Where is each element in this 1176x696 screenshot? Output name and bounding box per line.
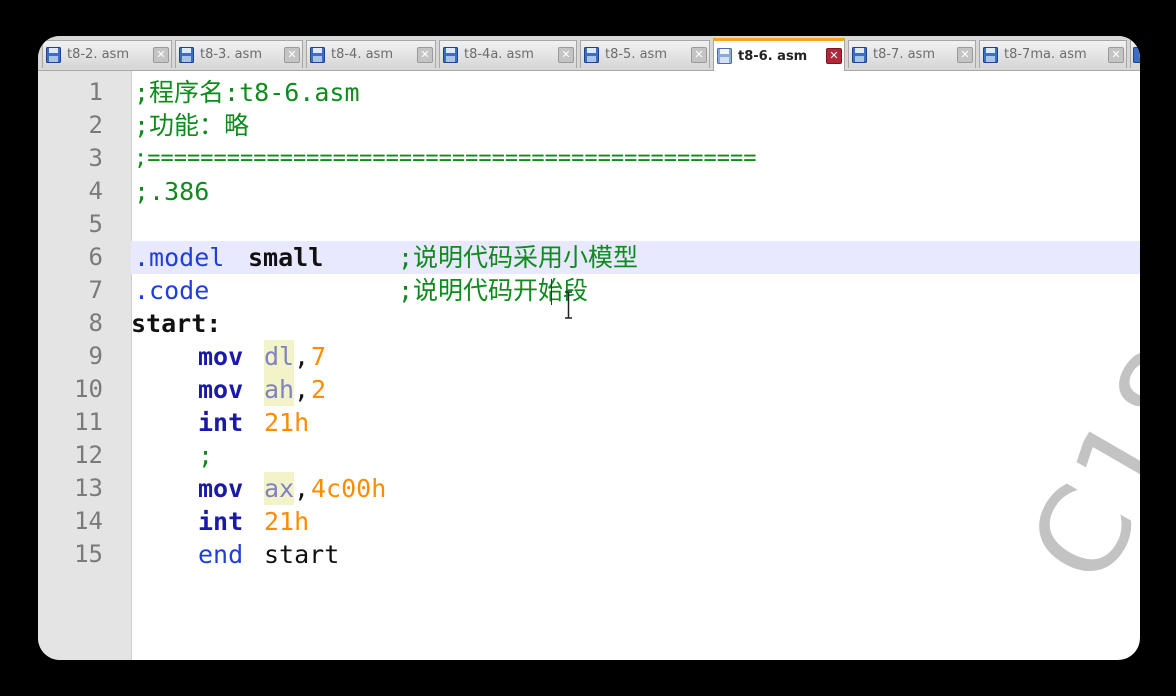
instruction: int (198, 408, 244, 437)
line-number: 1 (88, 78, 103, 106)
floppy-disk-icon (717, 48, 732, 64)
close-icon[interactable]: ✕ (558, 46, 574, 63)
floppy-disk-icon (983, 46, 998, 63)
code-line[interactable]: mov ah , 2 (131, 373, 1140, 406)
close-icon[interactable]: ✕ (957, 46, 973, 63)
tab-t8-2[interactable]: t8-2. asm ✕ (42, 40, 172, 68)
floppy-disk-icon (1133, 46, 1140, 63)
line-number-gutter: 1 2 3 4 5 6 7 8 9 10 11 12 13 14 15 (38, 71, 132, 660)
tab-label: t8-6. asm (738, 48, 808, 64)
tab-label: t8-4. asm (331, 47, 393, 62)
comment: ;说明代码采用小模型 (398, 243, 639, 272)
register: ah (264, 373, 295, 406)
comment: ; (198, 441, 214, 470)
code-line[interactable]: int 21h (131, 505, 1140, 538)
tab-label: t8-7ma. asm (1004, 47, 1087, 62)
floppy-disk-icon (584, 46, 599, 63)
code-line[interactable]: ; (131, 439, 1140, 472)
tab-label: t8-2. asm (67, 47, 129, 62)
line-number: 15 (74, 540, 103, 568)
close-icon[interactable]: ✕ (284, 46, 300, 63)
line-number: 14 (74, 507, 103, 535)
code-line[interactable]: ;程序名:t8-6.asm (131, 76, 1140, 109)
code-line[interactable]: ;功能：略 (131, 109, 1140, 142)
tab-bar: t8-2. asm ✕ t8-3. asm ✕ t8-4. asm ✕ t8-4… (38, 36, 1140, 71)
tab-t8-5[interactable]: t8-5. asm ✕ (580, 40, 710, 68)
text-caret (551, 279, 552, 305)
code-line[interactable]: int 21h (131, 406, 1140, 439)
code-line[interactable]: ;=======================================… (131, 142, 1140, 175)
instruction: mov (198, 342, 244, 371)
code-line[interactable]: end start (131, 538, 1140, 571)
tab-t8-4a[interactable]: t8-4a. asm ✕ (439, 40, 577, 68)
number: 7 (311, 342, 327, 371)
line-number: 3 (88, 144, 103, 172)
tab-label: t8-4a. asm (464, 47, 534, 62)
instruction: mov (198, 474, 244, 503)
line-number: 6 (88, 243, 103, 271)
code-editor[interactable]: ;程序名:t8-6.asm ;功能：略 ;===================… (131, 71, 1140, 660)
tab-t8-7ma[interactable]: t8-7ma. asm ✕ (979, 40, 1127, 68)
number: 21h (264, 507, 310, 536)
comment: ;程序名:t8-6.asm (134, 78, 360, 107)
code-line[interactable]: mov dl , 7 (131, 340, 1140, 373)
directive: end (198, 540, 244, 569)
tab-label: t8-5. asm (605, 47, 667, 62)
instruction: int (198, 507, 244, 536)
code-line[interactable] (131, 208, 1140, 241)
label: start: (131, 309, 222, 338)
line-number: 12 (74, 441, 103, 469)
tab-t8-7[interactable]: t8-7. asm ✕ (848, 40, 976, 68)
line-number: 4 (88, 177, 103, 205)
line-number: 2 (88, 111, 103, 139)
code-line[interactable]: ;.386 (131, 175, 1140, 208)
number: 2 (311, 375, 327, 404)
code-line-current[interactable]: .model small ;说明代码采用小模型 (131, 241, 1140, 274)
comment: ;说明代码开始段 (398, 276, 589, 305)
comma: , (294, 375, 310, 404)
line-number: 13 (74, 474, 103, 502)
close-icon[interactable]: ✕ (826, 48, 842, 64)
line-number: 8 (88, 309, 103, 337)
tab-label: t8-7. asm (873, 47, 935, 62)
number: 4c00h (311, 474, 387, 503)
ibeam-cursor-icon (565, 291, 572, 319)
floppy-disk-icon (443, 46, 458, 63)
floppy-disk-icon (852, 46, 867, 63)
comma: , (294, 474, 310, 503)
line-number: 11 (74, 408, 103, 436)
line-number: 5 (88, 210, 103, 238)
instruction: mov (198, 375, 244, 404)
directive: .code (134, 276, 210, 305)
close-icon[interactable]: ✕ (417, 46, 433, 63)
comment: ;.386 (134, 177, 210, 206)
line-number: 10 (74, 375, 103, 403)
code-line[interactable]: start: (131, 307, 1140, 340)
comment: ;=======================================… (134, 146, 757, 171)
floppy-disk-icon (179, 46, 194, 63)
register: ax (264, 472, 295, 505)
tab-t8-3[interactable]: t8-3. asm ✕ (175, 40, 303, 68)
line-number: 7 (88, 276, 103, 304)
editor-window: t8-2. asm ✕ t8-3. asm ✕ t8-4. asm ✕ t8-4… (38, 36, 1140, 660)
tab-overflow[interactable] (1130, 40, 1140, 68)
tab-t8-4[interactable]: t8-4. asm ✕ (306, 40, 436, 68)
register: dl (264, 340, 295, 373)
code-line[interactable]: mov ax , 4c00h (131, 472, 1140, 505)
close-icon[interactable]: ✕ (1108, 46, 1124, 63)
line-number: 9 (88, 342, 103, 370)
code-line[interactable]: .code ;说明代码开始段 (131, 274, 1140, 307)
floppy-disk-icon (310, 46, 325, 63)
comma: , (294, 342, 310, 371)
close-icon[interactable]: ✕ (153, 46, 169, 63)
directive-arg: small (248, 243, 324, 272)
directive: .model (134, 243, 225, 272)
directive-arg: start (264, 540, 340, 569)
number: 21h (264, 408, 310, 437)
tab-t8-6[interactable]: t8-6. asm ✕ (713, 38, 845, 71)
tab-label: t8-3. asm (200, 47, 262, 62)
floppy-disk-icon (46, 46, 61, 63)
close-icon[interactable]: ✕ (691, 46, 707, 63)
comment: ;功能：略 (134, 111, 250, 140)
